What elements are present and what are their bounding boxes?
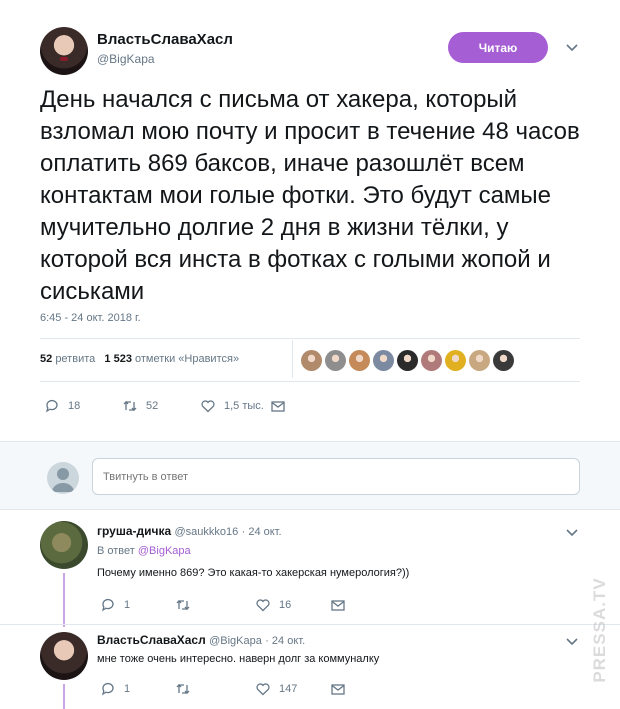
like-action[interactable]: 147: [255, 681, 330, 697]
heart-icon: [256, 683, 270, 696]
likes-label[interactable]: отметки «Нравится»: [135, 353, 239, 365]
reply-date[interactable]: · 24 окт.: [242, 526, 282, 538]
reply-action[interactable]: 1: [100, 597, 175, 613]
follow-button[interactable]: Читаю: [448, 32, 548, 63]
reply-author[interactable]: ВластьСлаваХасл @BigKapa · 24 окт.: [97, 633, 305, 647]
dm-action[interactable]: [330, 681, 346, 697]
liker-avatar[interactable]: [301, 350, 322, 371]
reply-author-handle[interactable]: @saukkko16: [175, 526, 239, 538]
reply-author-name[interactable]: ВластьСлаваХасл: [97, 633, 206, 647]
envelope-icon: [331, 684, 345, 695]
reply-author-handle[interactable]: @BigKapa: [209, 635, 262, 647]
retweets-count[interactable]: 52: [40, 353, 52, 365]
heart-icon: [201, 400, 215, 413]
reply-icon: [45, 399, 58, 413]
retweet-count: 52: [146, 400, 159, 412]
current-user-avatar: [47, 462, 79, 494]
tweet-stats: 52 ретвита 1 523 отметки «Нравится»: [40, 353, 239, 365]
reply-author[interactable]: груша-дичка @saukkko16 · 24 окт.: [97, 524, 282, 538]
liker-avatar[interactable]: [421, 350, 442, 371]
in-reply-handle[interactable]: @BigKapa: [138, 545, 191, 557]
like-count: 16: [279, 599, 292, 611]
reply-action[interactable]: 18: [44, 398, 122, 414]
thread-line: [63, 573, 65, 627]
chevron-down-icon[interactable]: [565, 525, 579, 539]
watermark-text: PRESSA.TV: [590, 577, 609, 683]
thread-line: [63, 684, 65, 709]
reply-composer: [0, 441, 620, 510]
retweet-icon: [123, 400, 137, 412]
liker-avatar[interactable]: [469, 350, 490, 371]
reply-icon: [101, 598, 114, 612]
reply-actions: 1 147: [100, 681, 346, 697]
stats-separator: [292, 340, 293, 378]
author-handle[interactable]: @BigKapa: [97, 52, 155, 66]
retweet-icon: [176, 683, 190, 695]
chevron-down-icon[interactable]: [565, 634, 579, 648]
likes-count[interactable]: 1 523: [104, 353, 132, 365]
reply-text: Почему именно 869? Это какая-то хакерска…: [97, 567, 410, 579]
retweet-icon: [176, 599, 190, 611]
main-tweet: ВластьСлаваХасл @BigKapa Читаю День нача…: [0, 0, 620, 441]
reply-author-name[interactable]: груша-дичка: [97, 524, 171, 538]
reply-tweet[interactable]: груша-дичка @saukkko16 · 24 окт. В ответ…: [0, 510, 620, 624]
reply-text: мне тоже очень интересно. наверн долг за…: [97, 653, 380, 665]
reply-count: 1: [124, 599, 131, 611]
envelope-icon: [271, 401, 285, 412]
liker-avatar[interactable]: [373, 350, 394, 371]
heart-icon: [256, 599, 270, 612]
tweet-timestamp[interactable]: 6:45 - 24 окт. 2018 г.: [40, 312, 141, 324]
like-action[interactable]: 1,5 тыс.: [200, 398, 278, 414]
in-reply-prefix: В ответ: [97, 545, 138, 557]
like-count: 147: [279, 683, 298, 695]
retweets-label[interactable]: ретвита: [55, 353, 95, 365]
divider: [40, 381, 580, 382]
chevron-down-icon[interactable]: [565, 40, 579, 54]
liker-avatars: [301, 350, 514, 371]
reply-author-avatar[interactable]: [40, 632, 88, 680]
divider: [40, 338, 580, 339]
reply-count: 18: [68, 400, 81, 412]
retweet-action[interactable]: [175, 597, 255, 613]
reply-input[interactable]: [92, 458, 580, 495]
reply-author-avatar[interactable]: [40, 521, 88, 569]
tweet-actions: 18 52 1,5 тыс.: [44, 398, 286, 414]
reply-date[interactable]: · 24 окт.: [265, 635, 305, 647]
like-count: 1,5 тыс.: [224, 400, 264, 412]
dm-action[interactable]: [330, 597, 346, 613]
like-action[interactable]: 16: [255, 597, 330, 613]
author-display-name[interactable]: ВластьСлаваХасл: [97, 31, 233, 48]
liker-avatar[interactable]: [325, 350, 346, 371]
author-avatar[interactable]: [40, 27, 88, 75]
tweet-text: День начался с письма от хакера, который…: [40, 86, 580, 305]
envelope-icon: [331, 600, 345, 611]
liker-avatar[interactable]: [349, 350, 370, 371]
liker-avatar[interactable]: [493, 350, 514, 371]
dm-action[interactable]: [270, 398, 286, 414]
avatar-lips: [60, 57, 68, 61]
reply-actions: 1 16: [100, 597, 346, 613]
liker-avatar[interactable]: [445, 350, 466, 371]
reply-count: 1: [124, 683, 131, 695]
reply-icon: [101, 682, 114, 696]
retweet-action[interactable]: [175, 681, 255, 697]
default-user-icon: [52, 468, 74, 492]
watermark: PRESSA.TV: [590, 560, 610, 700]
retweet-action[interactable]: 52: [122, 398, 200, 414]
reply-tweet[interactable]: ВластьСлаваХасл @BigKapa · 24 окт. мне т…: [0, 625, 620, 709]
liker-avatar[interactable]: [397, 350, 418, 371]
reply-action[interactable]: 1: [100, 681, 175, 697]
in-reply-to: В ответ @BigKapa: [97, 545, 191, 557]
